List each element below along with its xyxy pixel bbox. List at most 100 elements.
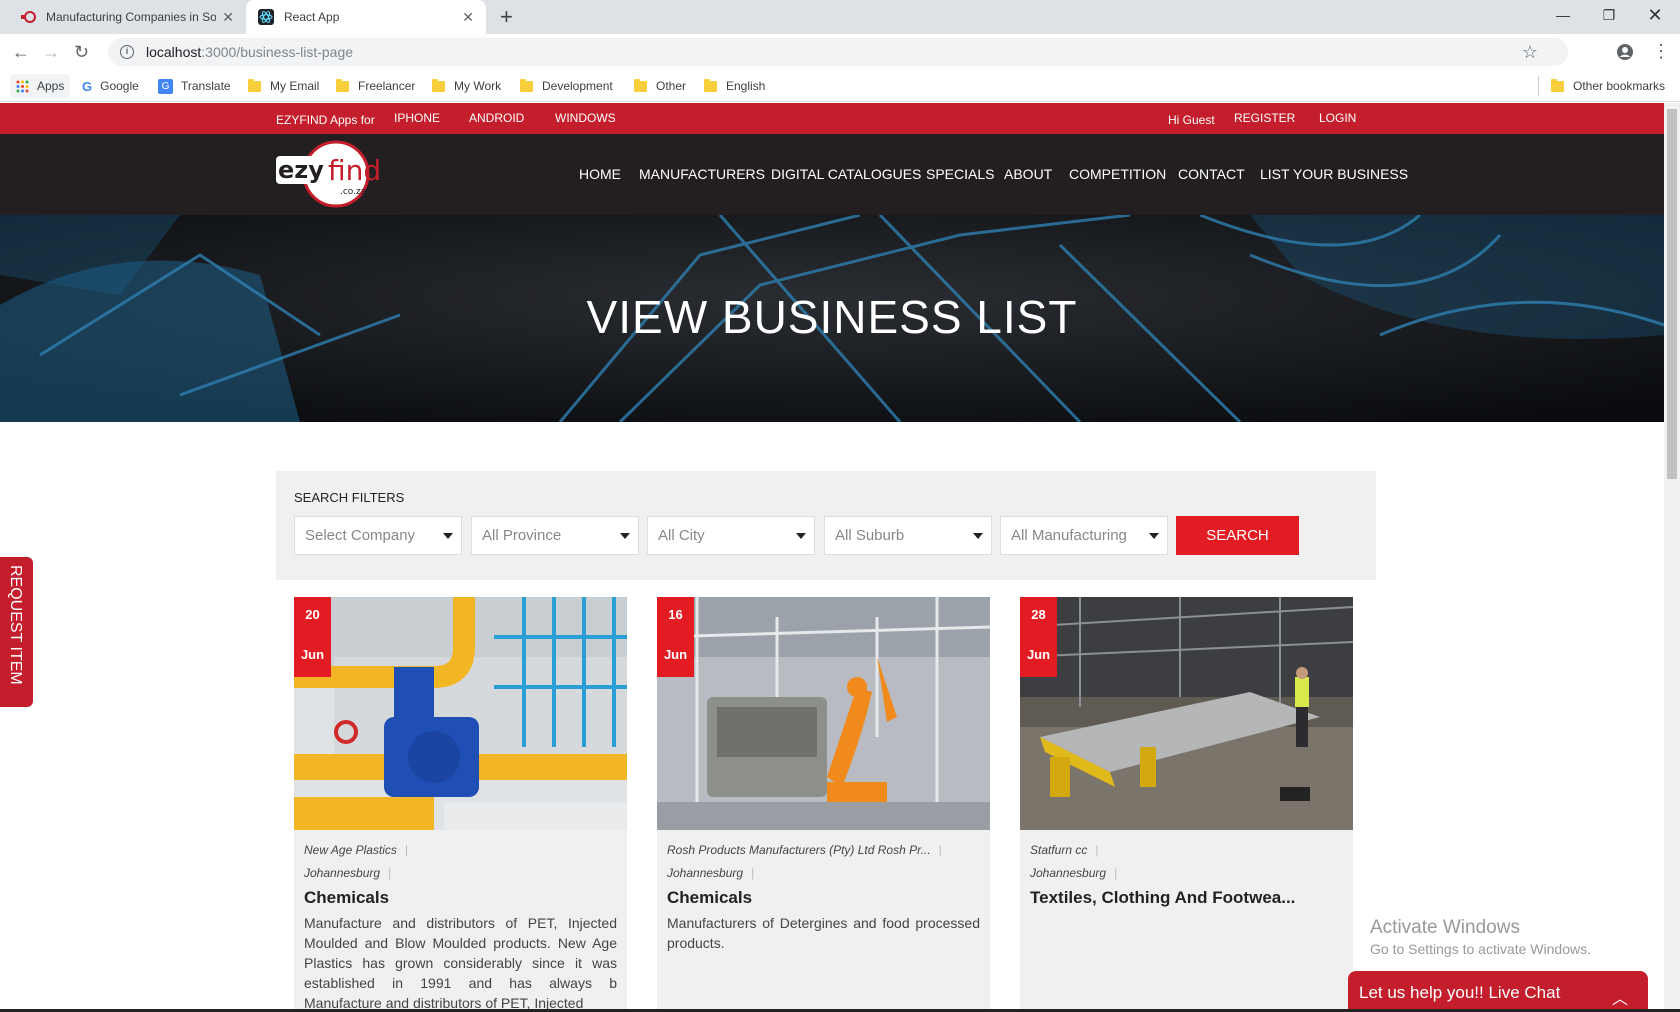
company-name[interactable]: New Age Plastics (304, 843, 408, 857)
search-button[interactable]: SEARCH (1176, 516, 1299, 555)
profile-icon[interactable] (1616, 43, 1634, 61)
close-tab-icon[interactable]: ✕ (462, 9, 474, 26)
address-bar-row: ← → ↻ i localhost:3000/business-list-pag… (0, 34, 1680, 70)
city-select[interactable]: All City (647, 516, 815, 555)
business-image[interactable]: 20 Jun (294, 597, 627, 830)
google-icon: G (82, 78, 93, 94)
forward-icon[interactable]: → (42, 42, 60, 62)
chevron-down-icon (796, 533, 806, 539)
scrollbar-thumb[interactable] (1667, 109, 1677, 479)
bookmark-label: My Email (270, 79, 320, 93)
folder-icon (432, 78, 445, 92)
date-day: 20 (305, 607, 320, 622)
business-image[interactable]: 28 Jun (1020, 597, 1353, 830)
nav-list-your-business[interactable]: LIST YOUR BUSINESS (1260, 166, 1408, 182)
category-title[interactable]: Chemicals (667, 888, 752, 908)
nav-contact[interactable]: CONTACT (1178, 166, 1245, 182)
category-title[interactable]: Chemicals (304, 888, 389, 908)
minimize-icon[interactable]: — (1540, 0, 1586, 30)
chevron-down-icon (1149, 533, 1159, 539)
android-link[interactable]: ANDROID (469, 111, 524, 125)
factory-robots-photo (657, 597, 990, 830)
bookmark-apps[interactable]: Apps (10, 74, 71, 98)
windows-link[interactable]: WINDOWS (555, 111, 616, 125)
close-window-icon[interactable]: ✕ (1632, 0, 1678, 30)
browser-menu-icon[interactable]: ⋮ (1652, 42, 1670, 60)
live-chat-label: Let us help you!! Live Chat (1359, 983, 1561, 1002)
request-item-label: REQUEST ITEM (7, 565, 24, 685)
logo-domain: .co.za (340, 187, 366, 197)
search-filters-label: SEARCH FILTERS (294, 490, 405, 505)
chevron-down-icon (973, 533, 983, 539)
folder-icon (248, 78, 261, 92)
bookmark-label: Freelancer (358, 79, 416, 93)
browser-tab-react-app[interactable]: React App ✕ (246, 0, 486, 34)
business-description: Manufacture and distributors of PET, Inj… (304, 915, 617, 1011)
bookmarks-bar: Apps G Google G Translate My Email Freel… (0, 70, 1680, 102)
bookmark-star-icon[interactable]: ☆ (1522, 42, 1538, 63)
bookmark-translate[interactable]: G Translate (158, 76, 231, 96)
bookmark-english[interactable]: English (704, 76, 765, 96)
bookmark-my-email[interactable]: My Email (248, 76, 319, 96)
suburb-select[interactable]: All Suburb (824, 516, 992, 555)
bookmark-google[interactable]: G Google (82, 76, 139, 96)
url-input[interactable]: i localhost:3000/business-list-page ☆ (108, 38, 1568, 66)
business-card[interactable]: 16 Jun Rosh Products Manufacturers (Pty)… (657, 597, 990, 1012)
province-select[interactable]: All Province (471, 516, 639, 555)
login-link[interactable]: LOGIN (1319, 111, 1356, 125)
company-name[interactable]: Rosh Products Manufacturers (Pty) Ltd Ro… (667, 843, 942, 857)
request-item-tab[interactable]: REQUEST ITEM (0, 557, 33, 707)
search-filters-panel: SEARCH FILTERS Select Company All Provin… (276, 471, 1376, 580)
bookmark-other[interactable]: Other (634, 76, 686, 96)
date-month: Jun (663, 647, 688, 662)
page-scrollbar[interactable] (1664, 103, 1680, 1012)
register-link[interactable]: REGISTER (1234, 111, 1295, 125)
company-name[interactable]: Statfurn cc (1030, 843, 1098, 857)
nav-about[interactable]: ABOUT (1004, 166, 1052, 182)
live-chat-widget[interactable]: Let us help you!! Live Chat ︿ (1348, 971, 1648, 1012)
tab-title: Manufacturing Companies in South (46, 10, 217, 24)
restore-icon[interactable]: ❐ (1586, 0, 1632, 30)
city-name: Johannesburg (667, 866, 754, 880)
nav-specials[interactable]: SPECIALS (926, 166, 994, 182)
bookmark-other-bookmarks[interactable]: Other bookmarks (1551, 76, 1665, 96)
close-tab-icon[interactable]: ✕ (222, 9, 234, 26)
chevron-down-icon (443, 533, 453, 539)
chevron-up-icon[interactable]: ︿ (1612, 985, 1628, 1009)
iphone-link[interactable]: IPHONE (394, 111, 440, 125)
hero-banner: VIEW BUSINESS LIST (0, 215, 1664, 422)
apps-for-label: EZYFIND Apps for (276, 113, 375, 127)
nav-competition[interactable]: COMPETITION (1069, 166, 1166, 182)
date-day: 28 (1031, 607, 1046, 622)
nav-manufacturers[interactable]: MANUFACTURERS (639, 166, 765, 182)
category-title[interactable]: Textiles, Clothing And Footwea... (1030, 888, 1295, 908)
browser-tab-manufacturing[interactable]: Manufacturing Companies in South ✕ (8, 0, 246, 34)
business-card[interactable]: 28 Jun Statfurn cc Johannesburg Textiles… (1020, 597, 1353, 1012)
province-select-value: All Province (482, 527, 562, 544)
bookmark-development[interactable]: Development (520, 76, 613, 96)
ezyfind-logo[interactable]: ezy find .co.za (276, 138, 400, 210)
date-day: 16 (668, 607, 683, 622)
company-select[interactable]: Select Company (294, 516, 462, 555)
date-badge: 16 Jun (657, 597, 694, 677)
site-favicon-icon (21, 11, 36, 23)
date-badge: 28 Jun (1020, 597, 1057, 677)
new-tab-icon[interactable]: + (500, 4, 513, 30)
url-path: :3000/business-list-page (201, 44, 354, 60)
nav-home[interactable]: HOME (579, 166, 621, 182)
business-image[interactable]: 16 Jun (657, 597, 990, 830)
date-month: Jun (1026, 647, 1051, 662)
back-icon[interactable]: ← (12, 42, 30, 62)
site-info-icon[interactable]: i (120, 45, 134, 59)
folder-icon (336, 78, 349, 92)
business-card[interactable]: 20 Jun New Age Plastics Johannesburg Che… (294, 597, 627, 1012)
folder-icon (520, 78, 533, 92)
date-month: Jun (300, 647, 325, 662)
activate-windows-title: Activate Windows (1370, 917, 1520, 938)
bookmark-freelancer[interactable]: Freelancer (336, 76, 415, 96)
bookmark-divider (1538, 76, 1539, 96)
bookmark-my-work[interactable]: My Work (432, 76, 501, 96)
nav-digital-catalogues[interactable]: DIGITAL CATALOGUES (771, 166, 921, 182)
reload-icon[interactable]: ↻ (74, 42, 89, 62)
manufacturing-select[interactable]: All Manufacturing (1000, 516, 1168, 555)
